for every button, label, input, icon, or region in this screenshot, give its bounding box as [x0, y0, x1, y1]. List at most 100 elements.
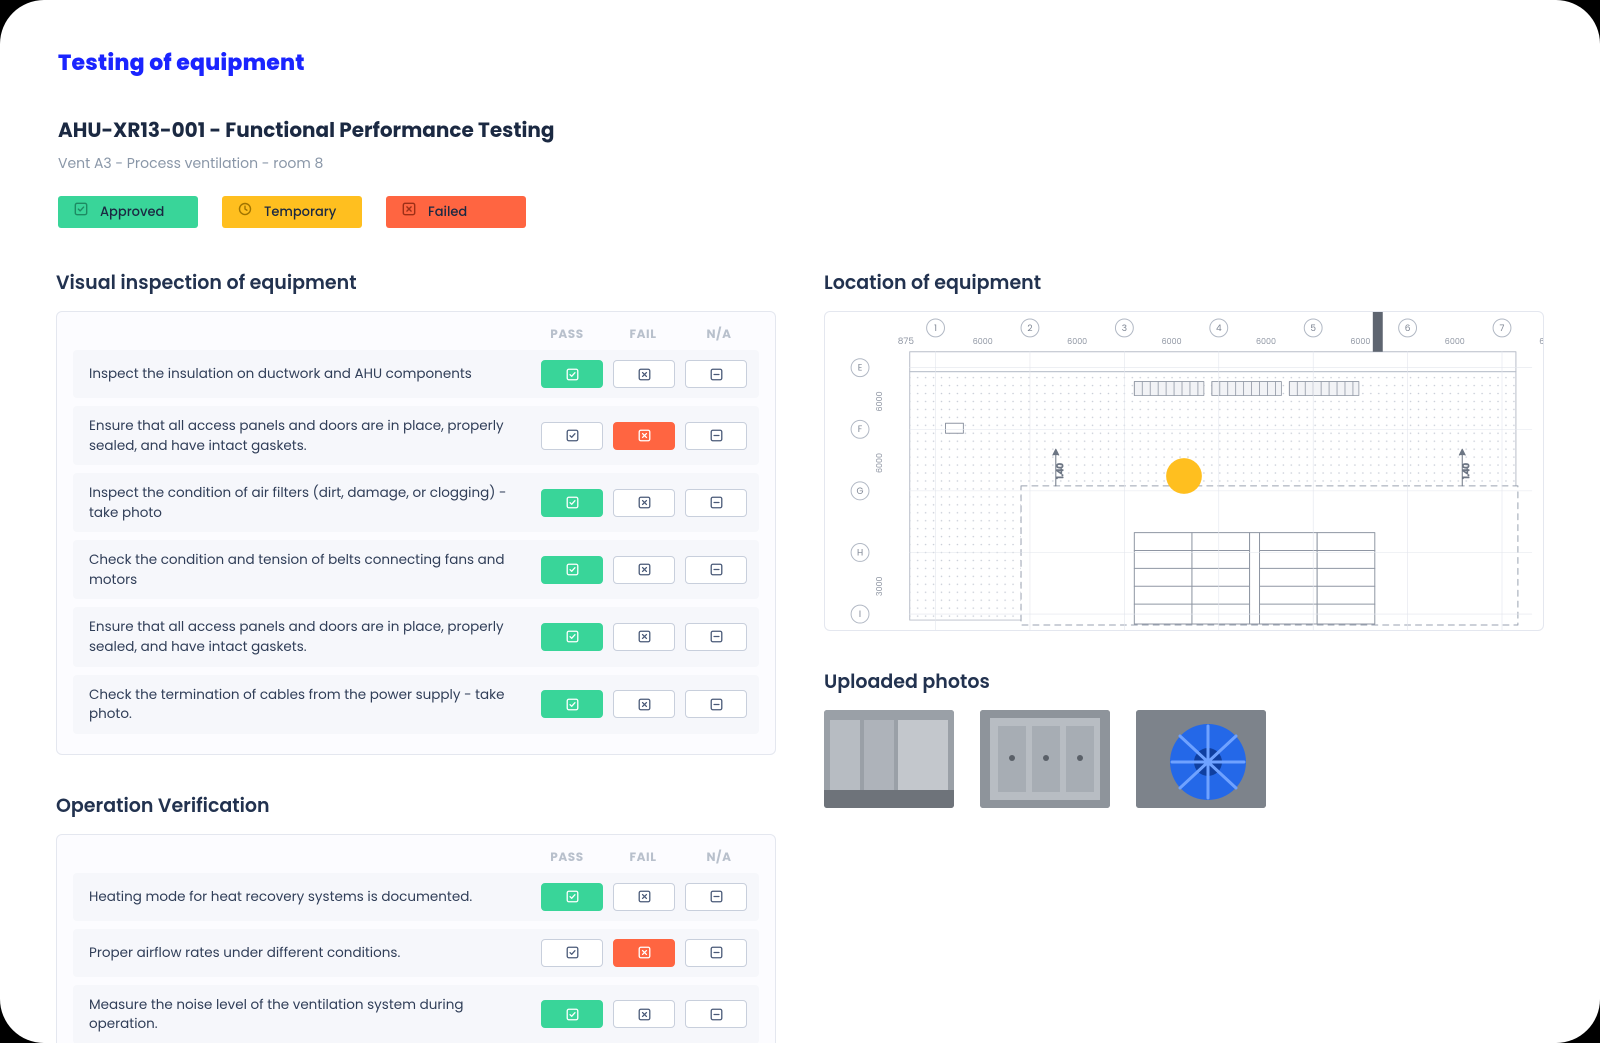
fail-button[interactable]: [613, 556, 675, 584]
svg-text:6: 6: [1405, 323, 1411, 335]
pass-button[interactable]: [541, 883, 603, 911]
floorplan-svg: 1.40 1.40 1 60002 60003 60004 60005 6000…: [825, 312, 1543, 630]
dash-icon: [710, 1008, 723, 1021]
checklist-row: Proper airflow rates under different con…: [73, 929, 759, 977]
dash-icon: [710, 563, 723, 576]
x-icon: [638, 890, 651, 903]
checklist-row: Heating mode for heat recovery systems i…: [73, 873, 759, 921]
legend-approved: Approved: [58, 196, 198, 228]
fail-button[interactable]: [613, 939, 675, 967]
col-fail: FAIL: [605, 326, 681, 344]
fail-button[interactable]: [613, 883, 675, 911]
svg-text:6000: 6000: [1539, 336, 1543, 347]
svg-text:7: 7: [1500, 323, 1505, 335]
na-button[interactable]: [685, 883, 747, 911]
fail-button[interactable]: [613, 422, 675, 450]
svg-text:3000: 3000: [874, 576, 885, 596]
fail-button[interactable]: [613, 360, 675, 388]
clock-icon: [238, 202, 252, 222]
na-button[interactable]: [685, 1000, 747, 1028]
svg-text:6000: 6000: [1256, 336, 1276, 347]
svg-text:6000: 6000: [1445, 336, 1465, 347]
location-marker[interactable]: [1166, 458, 1202, 494]
na-button[interactable]: [685, 690, 747, 718]
svg-text:6000: 6000: [973, 336, 993, 347]
check-icon: [566, 496, 579, 509]
svg-text:H: H: [857, 547, 863, 559]
photos-row: [824, 710, 1544, 808]
svg-text:6000: 6000: [1162, 336, 1182, 347]
photo-3[interactable]: [1136, 710, 1266, 808]
fail-button[interactable]: [613, 489, 675, 517]
col-pass: PASS: [529, 326, 605, 344]
checklist-row: Check the condition and tension of belts…: [73, 540, 759, 599]
grid-origin: 875: [898, 336, 915, 348]
location-map[interactable]: 1.40 1.40 1 60002 60003 60004 60005 6000…: [824, 311, 1544, 631]
dash-icon: [710, 890, 723, 903]
section-visual-title: Visual inspection of equipment: [56, 268, 776, 297]
checklist-row: Inspect the condition of air filters (di…: [73, 473, 759, 532]
dim-left: 1.40: [1055, 463, 1067, 479]
checklist-operation: PASS FAIL N/A Heating mode for heat reco…: [56, 834, 776, 1043]
checklist-item-label: Inspect the insulation on ductwork and A…: [89, 364, 525, 384]
check-icon: [566, 1008, 579, 1021]
equipment-subtitle: Vent A3 - Process ventilation - room 8: [58, 153, 1544, 174]
checklist-item-label: Ensure that all access panels and doors …: [89, 416, 525, 455]
checklist-header: PASS FAIL N/A: [73, 326, 759, 350]
fail-button[interactable]: [613, 623, 675, 651]
svg-text:G: G: [857, 486, 864, 498]
checklist-visual: PASS FAIL N/A Inspect the insulation on …: [56, 311, 776, 755]
dash-icon: [710, 698, 723, 711]
pass-button[interactable]: [541, 939, 603, 967]
col-pass: PASS: [529, 849, 605, 867]
checklist-item-label: Check the condition and tension of belts…: [89, 550, 525, 589]
checklist-item-label: Proper airflow rates under different con…: [89, 943, 525, 963]
na-button[interactable]: [685, 422, 747, 450]
pass-button[interactable]: [541, 360, 603, 388]
svg-text:E: E: [858, 363, 863, 375]
na-button[interactable]: [685, 556, 747, 584]
photo-1[interactable]: [824, 710, 954, 808]
na-button[interactable]: [685, 360, 747, 388]
svg-text:3: 3: [1122, 323, 1127, 335]
dash-icon: [710, 630, 723, 643]
section-photos-title: Uploaded photos: [824, 667, 1544, 696]
check-icon: [74, 202, 88, 222]
col-na: N/A: [681, 849, 757, 867]
fail-button[interactable]: [613, 1000, 675, 1028]
pass-button[interactable]: [541, 690, 603, 718]
svg-text:4: 4: [1216, 323, 1222, 335]
status-legend: Approved Temporary Failed: [58, 196, 1544, 228]
section-operation-title: Operation Verification: [56, 791, 776, 820]
equipment-header: AHU-XR13-001 - Functional Performance Te…: [56, 115, 1544, 228]
fail-button[interactable]: [613, 690, 675, 718]
x-icon: [638, 698, 651, 711]
svg-text:6000: 6000: [1067, 336, 1087, 347]
checklist-item-label: Inspect the condition of air filters (di…: [89, 483, 525, 522]
check-icon: [566, 946, 579, 959]
svg-text:6000: 6000: [874, 391, 885, 411]
na-button[interactable]: [685, 623, 747, 651]
svg-text:5: 5: [1310, 323, 1316, 335]
na-button[interactable]: [685, 939, 747, 967]
checklist-header: PASS FAIL N/A: [73, 849, 759, 873]
pass-button[interactable]: [541, 556, 603, 584]
check-icon: [566, 890, 579, 903]
equipment-title: AHU-XR13-001 - Functional Performance Te…: [58, 115, 1544, 145]
dash-icon: [710, 429, 723, 442]
svg-text:6000: 6000: [874, 453, 885, 473]
check-icon: [566, 630, 579, 643]
dash-icon: [710, 496, 723, 509]
checklist-operation-rows: Heating mode for heat recovery systems i…: [73, 873, 759, 1043]
pass-button[interactable]: [541, 422, 603, 450]
x-icon: [638, 368, 651, 381]
checklist-row: Check the termination of cables from the…: [73, 675, 759, 734]
pass-button[interactable]: [541, 623, 603, 651]
pass-button[interactable]: [541, 1000, 603, 1028]
legend-failed-label: Failed: [428, 202, 467, 222]
checklist-visual-rows: Inspect the insulation on ductwork and A…: [73, 350, 759, 734]
na-button[interactable]: [685, 489, 747, 517]
checklist-row: Ensure that all access panels and doors …: [73, 406, 759, 465]
pass-button[interactable]: [541, 489, 603, 517]
photo-2[interactable]: [980, 710, 1110, 808]
